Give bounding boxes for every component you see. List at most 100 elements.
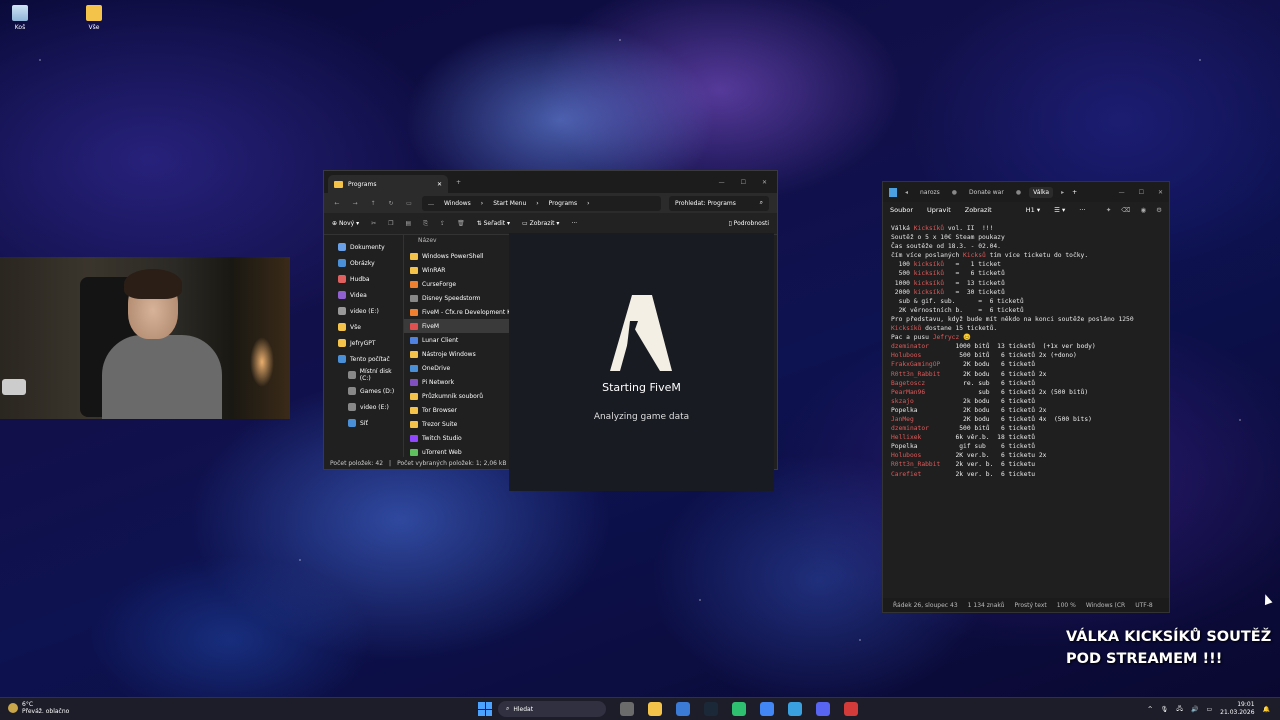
close-button[interactable]: ✕ (1158, 189, 1163, 196)
explorer-tab[interactable]: Programs ✕ (328, 175, 448, 193)
taskbar-app-icon[interactable] (620, 702, 634, 716)
menu-view[interactable]: Zobrazit (965, 206, 992, 214)
sidebar-item[interactable]: video (E:) (324, 303, 403, 319)
share-icon[interactable]: ⇪ (440, 220, 445, 227)
desktop-icon-recycle-bin[interactable]: Koš (0, 5, 40, 31)
list-item[interactable]: Průzkumník souborů (404, 389, 509, 403)
list-item[interactable]: FiveM - Cfx.re Development Kit (FiveM) (404, 305, 509, 319)
list-format-icon[interactable]: ☰ ▾ (1054, 206, 1065, 214)
refresh-icon[interactable]: ↻ (386, 200, 396, 207)
list-item[interactable]: Nástroje Windows (404, 347, 509, 361)
more-options-icon[interactable]: ··· (1079, 206, 1085, 214)
tab-scroll-left-icon[interactable]: ◂ (905, 189, 908, 196)
notepad-text-area[interactable]: Válká Kicksíků vol. II !!! Soutěž o 5 x 1… (891, 224, 1163, 479)
taskbar-app-icon[interactable] (648, 702, 662, 716)
list-item[interactable]: WinRAR (404, 263, 509, 277)
new-button[interactable]: ⊕ Nový ▾ (332, 220, 359, 227)
list-item[interactable]: FiveM (404, 319, 509, 333)
up-icon[interactable]: ↑ (368, 200, 378, 207)
taskbar-app-icon[interactable] (816, 702, 830, 716)
new-tab-button[interactable]: + (1072, 189, 1077, 196)
sidebar-item[interactable]: video (E:) (324, 399, 403, 415)
account-avatar[interactable]: ◉ (1141, 206, 1147, 214)
tab-narozs[interactable]: narozs (916, 187, 944, 198)
microphone-icon[interactable]: 🎙 (1161, 706, 1169, 713)
breadcrumb-programs[interactable]: Programs (549, 200, 577, 207)
view-button[interactable]: ▭ Zobrazit ▾ (522, 220, 559, 227)
delete-icon[interactable]: 🗑 (457, 220, 465, 227)
cut-icon[interactable]: ✂ (371, 220, 376, 227)
list-item[interactable]: Pi Network (404, 375, 509, 389)
tray-overflow-icon[interactable]: ^ (1148, 706, 1153, 713)
column-header-name[interactable]: Název (404, 237, 509, 249)
list-item[interactable]: Lunar Client (404, 333, 509, 347)
clear-format-icon[interactable]: ⌫ (1121, 206, 1130, 214)
sidebar-item[interactable]: Hudba (324, 271, 403, 287)
sidebar-item[interactable]: Síť (324, 415, 403, 431)
paste-icon[interactable]: ▤ (406, 220, 412, 227)
settings-gear-icon[interactable]: ⚙ (1156, 206, 1162, 214)
sidebar-item[interactable]: Dokumenty (324, 239, 403, 255)
mouse-cursor-icon (1261, 592, 1273, 606)
list-item[interactable]: Windows PowerShell (404, 249, 509, 263)
taskbar-app-icon[interactable] (788, 702, 802, 716)
list-item[interactable]: Disney Speedstorm (404, 291, 509, 305)
new-tab-button[interactable]: + (456, 179, 461, 186)
close-button[interactable]: ✕ (762, 179, 767, 186)
search-input[interactable]: Prohledat: Programs ⌕ (669, 195, 769, 211)
taskbar-search[interactable]: ⌕ Hledat (498, 701, 606, 717)
minimize-button[interactable]: — (719, 179, 725, 186)
rename-icon[interactable]: ⎘ (423, 220, 428, 228)
list-item[interactable]: Trezor Suite (404, 417, 509, 431)
breadcrumb-start-menu[interactable]: Start Menu (493, 200, 526, 207)
menu-edit[interactable]: Upravit (927, 206, 951, 214)
copilot-icon[interactable]: ✦ (1106, 206, 1111, 214)
battery-icon[interactable]: ▭ (1206, 706, 1212, 713)
weather-widget[interactable]: 6°C Převáž. oblačno (8, 701, 69, 715)
list-item[interactable]: Tor Browser (404, 403, 509, 417)
list-item[interactable]: OneDrive (404, 361, 509, 375)
back-icon[interactable]: ← (332, 200, 342, 207)
start-button[interactable] (478, 702, 492, 716)
sidebar-item-label: video (E:) (350, 307, 379, 315)
tab-scroll-right-icon[interactable]: ▸ (1061, 189, 1064, 196)
maximize-button[interactable]: ☐ (1139, 189, 1144, 196)
sidebar-item[interactable]: Games (D:) (324, 383, 403, 399)
sidebar-item[interactable]: Místní disk (C:) (324, 367, 403, 383)
tab-valka[interactable]: Válka (1029, 186, 1054, 198)
more-options-icon[interactable]: ··· (571, 220, 577, 227)
forward-icon[interactable]: → (350, 200, 360, 207)
address-bar[interactable]: … Windows › Start Menu › Programs › (422, 195, 661, 211)
breadcrumb-more[interactable]: … (428, 200, 434, 207)
copy-icon[interactable]: ❐ (388, 220, 393, 227)
minimize-button[interactable]: — (1119, 189, 1125, 196)
notifications-icon[interactable]: 🔔 (1263, 706, 1270, 713)
maximize-button[interactable]: ☐ (741, 179, 746, 186)
close-tab-icon[interactable]: ✕ (437, 181, 442, 188)
clock-date: 21.03.2026 (1220, 709, 1255, 716)
sidebar-item[interactable]: Obrázky (324, 255, 403, 271)
taskbar-app-icon[interactable] (704, 702, 718, 716)
sidebar-item[interactable]: Videa (324, 287, 403, 303)
sidebar-item[interactable]: Tento počítač (324, 351, 403, 367)
tab-donate-war[interactable]: Donate war (965, 187, 1008, 198)
breadcrumb-windows[interactable]: Windows (444, 200, 471, 207)
details-button[interactable]: ▯ Podrobnosti (728, 220, 769, 227)
taskbar-app-icon[interactable] (676, 702, 690, 716)
sidebar-item[interactable]: Vše (324, 319, 403, 335)
heading-dropdown[interactable]: H1 ▾ (1026, 206, 1040, 214)
taskbar-app-icon[interactable] (732, 702, 746, 716)
menu-file[interactable]: Soubor (890, 206, 913, 214)
taskbar-app-icon[interactable] (760, 702, 774, 716)
taskbar-app-icon[interactable] (844, 702, 858, 716)
desktop-icon-all[interactable]: Vše (74, 5, 114, 31)
list-item[interactable]: CurseForge (404, 277, 509, 291)
network-icon[interactable]: 🖧 (1176, 704, 1183, 714)
volume-icon[interactable]: 🔊 (1191, 706, 1198, 713)
clock[interactable]: 19:01 21.03.2026 (1220, 701, 1254, 717)
sidebar-item[interactable]: JefryGPT (324, 335, 403, 351)
sort-button[interactable]: ⇅ Seřadit ▾ (477, 220, 510, 227)
fivem-title: Starting FiveM (602, 381, 681, 394)
list-item[interactable]: Twitch Studio (404, 431, 509, 445)
list-item-label: Lunar Client (422, 336, 459, 344)
